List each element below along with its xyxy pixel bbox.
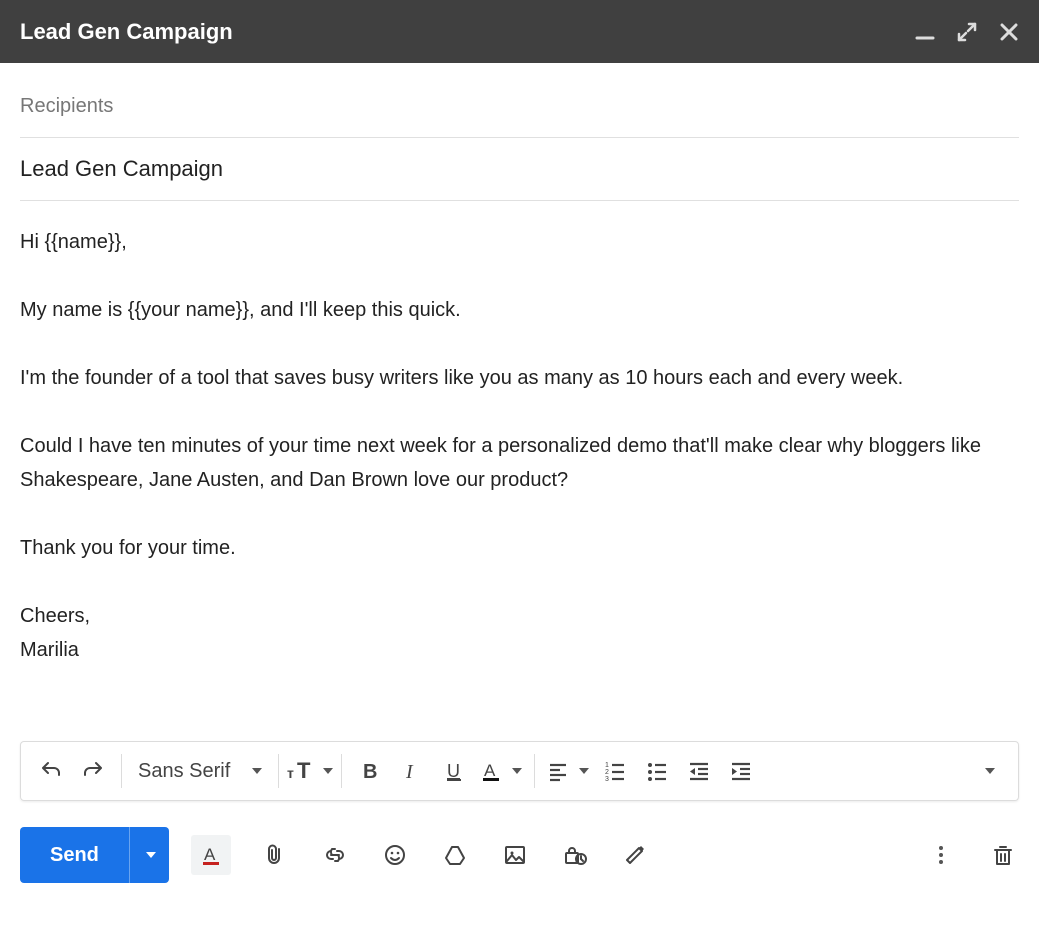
compose-title: Lead Gen Campaign [20,19,915,45]
attach-file-button[interactable] [259,839,291,871]
bold-button[interactable]: B [350,751,390,791]
send-options-button[interactable] [129,827,169,883]
window-controls [915,22,1019,42]
numbered-list-button[interactable]: 1 2 3 [595,751,635,791]
svg-text:3: 3 [605,776,609,783]
font-family-select[interactable]: Sans Serif [130,760,270,783]
toolbar-separator [341,754,342,788]
compose-header: Lead Gen Campaign [0,0,1039,63]
insert-photo-button[interactable] [499,839,531,871]
bulleted-list-button[interactable] [637,751,677,791]
chevron-down-icon [146,852,156,858]
text-color-button[interactable]: A [476,759,526,783]
svg-text:B: B [363,761,377,783]
font-family-label: Sans Serif [138,760,230,783]
compose-action-icons: A [191,835,651,875]
toolbar-separator [278,754,279,788]
insert-signature-button[interactable] [619,839,651,871]
svg-text:I: I [405,761,414,783]
formatting-toolbar: Sans Serif т T B I U A 1 2 3 [20,741,1019,801]
underline-button[interactable]: U [434,751,474,791]
subject-input[interactable] [20,156,1019,182]
undo-button[interactable] [31,751,71,791]
svg-text:U: U [447,761,460,781]
chevron-down-icon [579,768,589,774]
svg-text:A: A [484,761,496,780]
close-icon[interactable] [999,22,1019,42]
font-size-group[interactable]: т T [287,759,333,783]
confidential-mode-button[interactable] [559,839,591,871]
insert-emoji-button[interactable] [379,839,411,871]
insert-drive-button[interactable] [439,839,471,871]
send-group: Send [20,827,169,883]
chevron-down-icon [512,768,522,774]
chevron-down-icon [985,768,995,774]
message-body[interactable]: Hi {{name}}, My name is {{your name}}, a… [0,201,1039,741]
svg-text:A: A [204,845,216,864]
formatting-toggle-button[interactable]: A [191,835,231,875]
discard-draft-button[interactable] [987,839,1019,871]
redo-button[interactable] [73,751,113,791]
align-button[interactable] [543,760,593,782]
compose-action-bar: Send A [0,801,1039,883]
chevron-down-icon [252,768,262,774]
recipients-input[interactable] [20,95,1019,118]
indent-increase-button[interactable] [721,751,761,791]
svg-text:1: 1 [605,762,609,769]
compose-fields [0,63,1039,201]
svg-text:T: T [297,759,311,783]
send-button[interactable]: Send [20,827,129,883]
chevron-down-icon [323,768,333,774]
compose-action-right [925,839,1019,871]
svg-text:2: 2 [605,769,609,776]
more-formatting-button[interactable] [968,751,1008,791]
expand-icon[interactable] [957,22,977,42]
recipients-row [20,75,1019,138]
more-options-button[interactable] [925,839,957,871]
indent-decrease-button[interactable] [679,751,719,791]
toolbar-separator [534,754,535,788]
insert-link-button[interactable] [319,839,351,871]
svg-text:т: т [287,765,294,781]
italic-button[interactable]: I [392,751,432,791]
toolbar-separator [121,754,122,788]
minimize-icon[interactable] [915,22,935,42]
subject-row [20,138,1019,201]
